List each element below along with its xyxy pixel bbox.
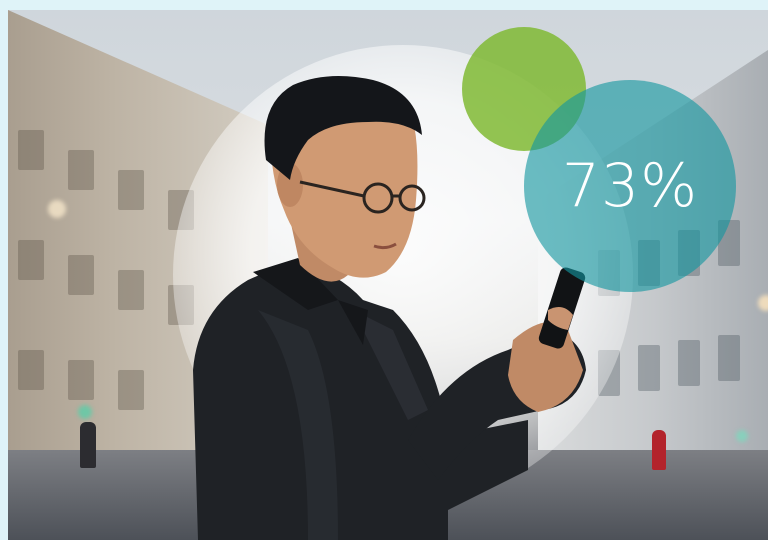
street-photo: 73% (8, 10, 768, 540)
percentage-stat: 73% (561, 151, 699, 221)
teal-circle: 73% (524, 80, 736, 292)
image-frame: 73% (0, 0, 768, 540)
